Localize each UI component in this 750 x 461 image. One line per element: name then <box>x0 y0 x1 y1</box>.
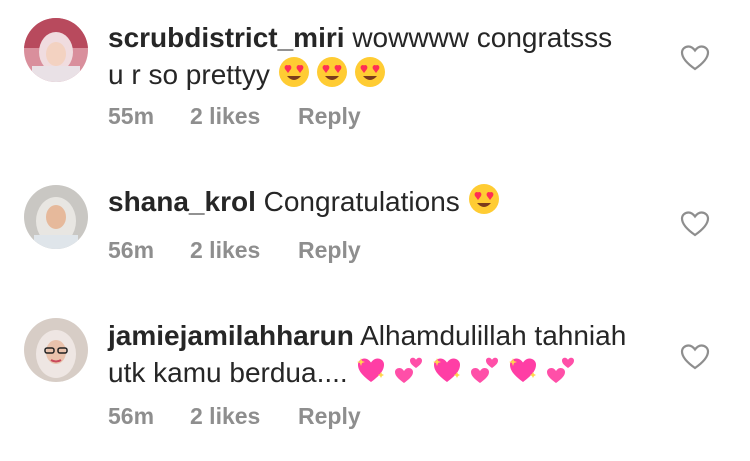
comment-text: scrubdistrict_miri wowwww congratsss u r… <box>108 20 668 93</box>
comment-meta: 56m 2 likes Reply <box>108 237 361 264</box>
comment-timestamp: 56m <box>108 403 155 429</box>
comment-text-line: wowwww congratsss <box>352 22 613 53</box>
sparkling-heart-emoji <box>355 354 387 386</box>
comment-text-line: Alhamdulillah tahniah <box>360 320 627 351</box>
two-hearts-emoji <box>393 354 425 386</box>
comment-likes-count[interactable]: 2 likes <box>190 103 298 130</box>
two-hearts-emoji <box>545 354 577 386</box>
heart-eyes-emoji <box>354 56 386 88</box>
two-hearts-emoji <box>469 354 501 386</box>
heart-eyes-emoji <box>278 56 310 88</box>
comment-likes-count[interactable]: 2 likes <box>190 237 298 264</box>
reply-button[interactable]: Reply <box>298 237 361 264</box>
avatar[interactable] <box>24 185 88 249</box>
comment-text-line: utk kamu berdua.... <box>108 357 348 388</box>
comment-username[interactable]: jamiejamilahharun <box>108 320 354 351</box>
comment-username[interactable]: scrubdistrict_miri <box>108 22 345 53</box>
sparkling-heart-emoji <box>431 354 463 386</box>
comment-likes-count[interactable]: 2 likes <box>190 403 298 430</box>
comment-text: jamiejamilahharun Alhamdulillah tahniah … <box>108 318 668 391</box>
comment-text-line: Congratulations <box>263 186 460 217</box>
comment-text-line: u r so prettyy <box>108 59 270 90</box>
heart-outline-icon[interactable] <box>680 343 710 371</box>
comment-meta: 56m 2 likes Reply <box>108 403 361 430</box>
avatar[interactable] <box>24 18 88 82</box>
comment-text: shana_krol Congratulations <box>108 183 668 220</box>
sparkling-heart-emoji <box>507 354 539 386</box>
reply-button[interactable]: Reply <box>298 403 361 430</box>
heart-outline-icon[interactable] <box>680 210 710 238</box>
comment-username[interactable]: shana_krol <box>108 186 256 217</box>
reply-button[interactable]: Reply <box>298 103 361 130</box>
heart-outline-icon[interactable] <box>680 44 710 72</box>
heart-eyes-emoji <box>468 183 500 215</box>
comment-timestamp: 55m <box>108 103 155 129</box>
comment-timestamp: 56m <box>108 237 155 263</box>
heart-eyes-emoji <box>316 56 348 88</box>
comment-meta: 55m 2 likes Reply <box>108 103 361 130</box>
avatar[interactable] <box>24 318 88 382</box>
